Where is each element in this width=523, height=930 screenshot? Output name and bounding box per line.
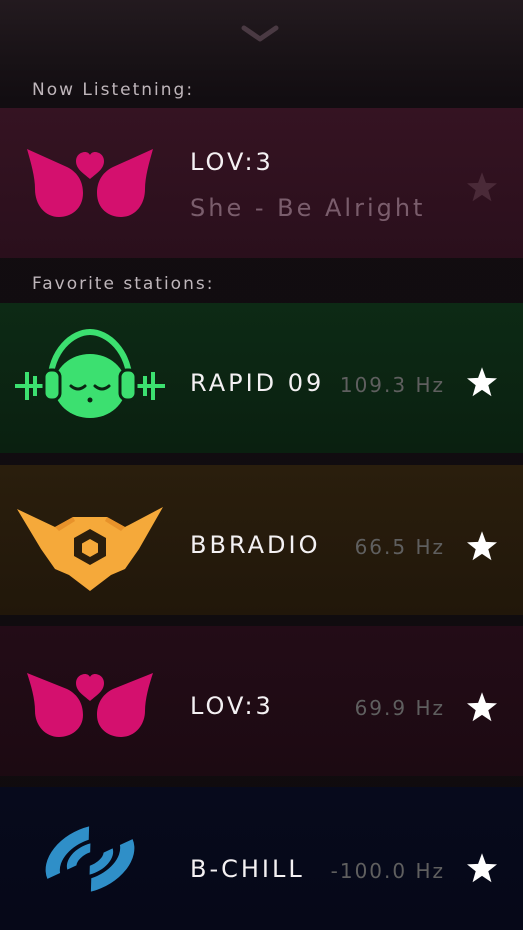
station-name: B-CHILL: [190, 855, 305, 883]
station-row[interactable]: LOV:3 69.9 Hz: [0, 626, 523, 776]
station-row[interactable]: RAPID 09 109.3 Hz: [0, 303, 523, 453]
now-playing-song: She - Be Alright: [190, 194, 426, 222]
star-icon[interactable]: [464, 170, 500, 206]
radio-screen: Now Listetning: LOV:3 She - Be Alright F…: [0, 0, 523, 930]
station-frequency: 69.9 Hz: [354, 696, 445, 720]
heart-wings-logo: [27, 149, 153, 217]
station-logo: [0, 626, 180, 776]
station-row[interactable]: B-CHILL -100.0 Hz: [0, 787, 523, 930]
chevron-down-icon: [241, 25, 279, 42]
station-name: RAPID 09: [190, 369, 325, 397]
station-name: BBRADIO: [190, 531, 321, 559]
star-icon[interactable]: [464, 690, 500, 726]
now-playing-row[interactable]: LOV:3 She - Be Alright: [0, 108, 523, 258]
collapse-button[interactable]: [236, 18, 284, 50]
station-row[interactable]: BBRADIO 66.5 Hz: [0, 465, 523, 615]
favorite-stations-label: Favorite stations:: [32, 274, 215, 294]
station-name: LOV:3: [190, 692, 274, 720]
headphones-face-logo: [15, 328, 165, 418]
now-playing-station-name: LOV:3: [190, 148, 274, 176]
signal-rings-logo: [45, 825, 135, 892]
station-logo: [0, 303, 180, 453]
station-frequency: -100.0 Hz: [330, 859, 445, 883]
station-logo: [0, 108, 180, 258]
star-icon[interactable]: [464, 529, 500, 565]
station-logo: [0, 787, 180, 930]
station-logo: [0, 465, 180, 615]
star-icon[interactable]: [464, 851, 500, 887]
fox-hexagon-logo: [17, 507, 163, 591]
now-listening-label: Now Listetning:: [32, 80, 195, 100]
station-frequency: 66.5 Hz: [354, 535, 445, 559]
star-icon[interactable]: [464, 365, 500, 401]
station-frequency: 109.3 Hz: [339, 373, 445, 397]
heart-wings-logo: [27, 673, 153, 737]
